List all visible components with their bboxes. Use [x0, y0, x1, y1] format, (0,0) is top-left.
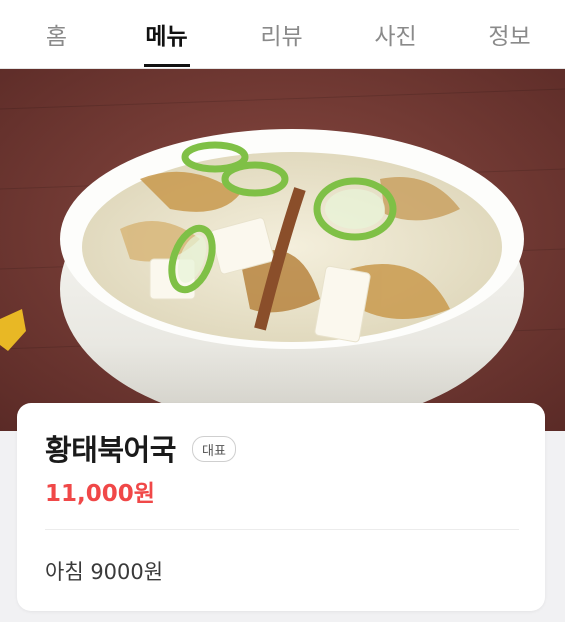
tab-reviews-label: 리뷰 [260, 24, 303, 50]
tab-home[interactable]: 홈 [0, 0, 113, 68]
menu-item-description: 아침 9000원 [45, 560, 164, 584]
tab-photos-label: 사진 [374, 24, 417, 50]
signature-badge: 대표 [192, 436, 236, 462]
tab-photos[interactable]: 사진 [339, 0, 452, 68]
tab-menu-label: 메뉴 [145, 24, 188, 50]
soup-bowl-image [0, 69, 565, 431]
menu-item-name: 황태북어국 [45, 433, 176, 467]
tab-menu[interactable]: 메뉴 [110, 0, 223, 68]
menu-item-price: 11,000원 [45, 481, 155, 507]
menu-photo[interactable] [0, 69, 565, 431]
tab-bar: 홈 메뉴 리뷰 사진 정보 [0, 0, 565, 69]
tab-info-label: 정보 [488, 24, 531, 50]
tab-info[interactable]: 정보 [453, 0, 565, 68]
tab-home-label: 홈 [45, 24, 68, 50]
tab-reviews[interactable]: 리뷰 [225, 0, 338, 68]
card-divider [45, 529, 519, 530]
active-tab-indicator [143, 64, 190, 67]
menu-item-card[interactable]: 황태북어국 대표 11,000원 아침 9000원 [17, 403, 545, 611]
